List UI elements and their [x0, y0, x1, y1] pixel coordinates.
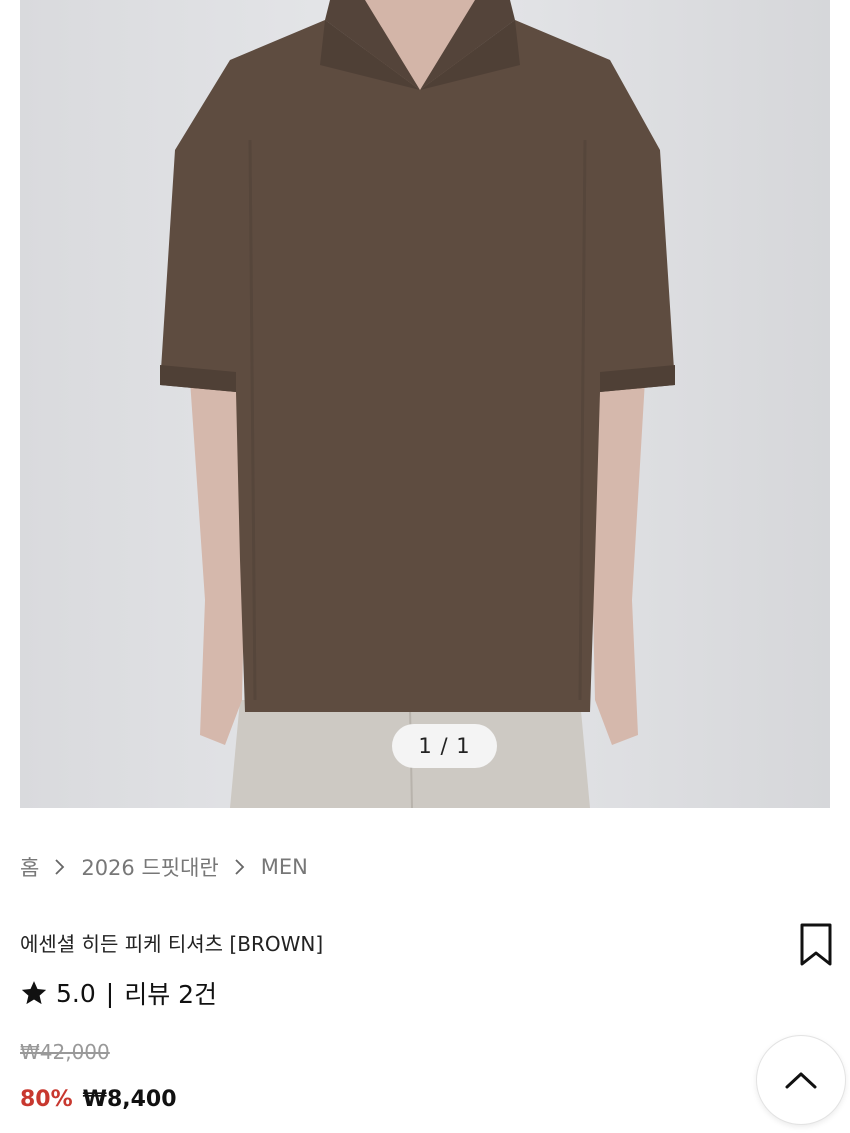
- chevron-up-icon: [785, 1072, 817, 1089]
- product-title: 에센셜 히든 피케 티셔츠 [BROWN]: [20, 932, 324, 956]
- sale-price: ₩8,400: [82, 1087, 177, 1112]
- rating-separator: |: [105, 978, 115, 1008]
- rating-summary: 5.0 | 리뷰 2건: [20, 974, 217, 1012]
- discount-rate: 80%: [20, 1087, 73, 1112]
- breadcrumb-category[interactable]: 2026 드핏대란: [81, 852, 218, 882]
- review-count-link[interactable]: 리뷰 2건: [124, 975, 217, 1011]
- bookmark-icon: [800, 923, 832, 966]
- scroll-top-button[interactable]: [756, 1035, 846, 1125]
- image-pager: 1 / 1: [392, 724, 497, 768]
- breadcrumb: 홈 2026 드핏대란 MEN: [20, 850, 308, 884]
- breadcrumb-home[interactable]: 홈: [20, 852, 39, 882]
- star-icon: [21, 981, 47, 1005]
- product-image-gallery[interactable]: 1 / 1: [20, 0, 830, 808]
- chevron-right-icon: [39, 858, 81, 876]
- original-price: ₩42,000: [20, 1040, 110, 1064]
- product-photo: [160, 0, 675, 808]
- breadcrumb-subcategory[interactable]: MEN: [261, 855, 308, 879]
- bookmark-button[interactable]: [796, 922, 836, 968]
- price-row: 80% ₩8,400: [20, 1087, 177, 1112]
- rating-value: 5.0: [56, 978, 96, 1008]
- chevron-right-icon: [219, 858, 261, 876]
